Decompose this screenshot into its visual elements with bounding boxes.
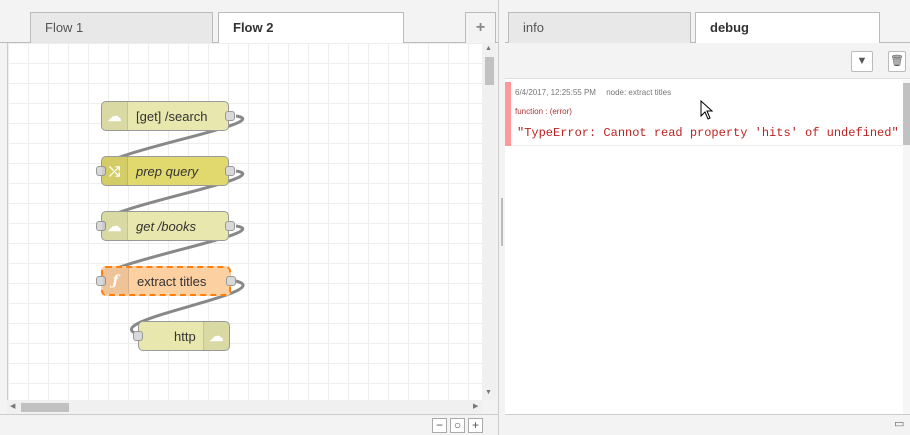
scroll-thumb[interactable] <box>485 57 494 85</box>
sidebar-tabbar: info debug <box>505 0 910 44</box>
canvas-horizontal-scrollbar[interactable]: ◀ ▶ <box>7 400 482 414</box>
canvas-vertical-scrollbar[interactable]: ▲ ▼ <box>482 43 496 400</box>
scroll-right-icon[interactable]: ▶ <box>473 402 478 410</box>
node-get-search[interactable]: ☁ [get] /search <box>101 101 235 131</box>
zoom-reset-icon[interactable]: ○ <box>450 418 465 433</box>
plus-icon: + <box>475 19 486 36</box>
node-get-books[interactable]: ☁ get /books <box>96 211 235 241</box>
node-label: http <box>174 329 196 344</box>
output-port[interactable] <box>225 166 235 176</box>
message-node-link[interactable]: node: extract titles <box>606 88 671 97</box>
scroll-up-icon[interactable]: ▲ <box>485 45 492 52</box>
function-icon: ƒ <box>103 268 129 294</box>
sidebar-footer: ▭ <box>505 414 910 435</box>
add-tab-button[interactable]: + <box>465 12 496 43</box>
globe-icon: ☁ <box>102 102 128 130</box>
output-port[interactable] <box>226 276 236 286</box>
clear-button[interactable]: 🗑 <box>888 51 906 72</box>
sidebar-scrollbar[interactable] <box>903 80 910 414</box>
filter-icon: ▼ <box>856 55 868 67</box>
zoom-in-icon[interactable]: + <box>468 418 483 433</box>
tab-info[interactable]: info <box>508 12 691 43</box>
node-http-response[interactable]: http ☁ <box>133 321 230 351</box>
workspace: Flow 1 Flow 2 + ☁ [get] /search ⤮ prep q… <box>0 0 498 435</box>
monitor-icon[interactable]: ▭ <box>894 417 904 430</box>
scroll-left-icon[interactable]: ◀ <box>10 402 15 410</box>
workspace-footer: − ○ + <box>0 414 498 435</box>
splitter-grip[interactable] <box>501 198 503 246</box>
scroll-down-icon[interactable]: ▼ <box>485 389 492 396</box>
zoom-out-icon[interactable]: − <box>432 418 447 433</box>
node-label: get /books <box>136 219 196 234</box>
debug-toolbar: ▼ 🗑 <box>505 43 910 79</box>
sidebar: info debug ▼ 🗑 6/4/2017, 12:25:55 PM nod… <box>505 0 910 435</box>
wires <box>101 114 245 338</box>
node-label: [get] /search <box>136 109 208 124</box>
tab-flow-2[interactable]: Flow 2 <box>218 12 404 44</box>
error-indicator <box>505 82 511 146</box>
shuffle-icon: ⤮ <box>102 157 128 185</box>
node-prep-query[interactable]: ⤮ prep query <box>96 156 235 186</box>
trash-icon: 🗑 <box>890 55 904 67</box>
message-meta: 6/4/2017, 12:25:55 PM node: extract titl… <box>515 88 671 97</box>
input-port[interactable] <box>133 331 143 341</box>
node-label: extract titles <box>137 274 207 289</box>
filter-button[interactable]: ▼ <box>851 51 873 72</box>
workspace-tabbar: Flow 1 Flow 2 + <box>0 0 498 44</box>
message-payload: "TypeError: Cannot read property 'hits' … <box>517 126 899 140</box>
message-timestamp: 6/4/2017, 12:25:55 PM <box>515 88 596 97</box>
scroll-thumb[interactable] <box>903 83 910 145</box>
message-topic: function : (error) <box>515 107 572 116</box>
node-extract-titles[interactable]: ƒ extract titles <box>96 266 236 296</box>
sidebar-splitter[interactable] <box>498 0 505 435</box>
node-label: prep query <box>136 164 199 179</box>
tab-flow-1[interactable]: Flow 1 <box>30 12 213 43</box>
globe-icon: ☁ <box>203 322 229 350</box>
tab-debug[interactable]: debug <box>695 12 880 44</box>
globe-icon: ☁ <box>102 212 128 240</box>
node-red-editor: Flow 1 Flow 2 + ☁ [get] /search ⤮ prep q… <box>0 0 910 435</box>
output-port[interactable] <box>225 111 235 121</box>
scroll-thumb[interactable] <box>21 403 69 412</box>
output-port[interactable] <box>225 221 235 231</box>
flow-canvas[interactable]: ☁ [get] /search ⤮ prep query ☁ get /book… <box>7 43 482 400</box>
mouse-cursor-icon <box>700 100 714 120</box>
